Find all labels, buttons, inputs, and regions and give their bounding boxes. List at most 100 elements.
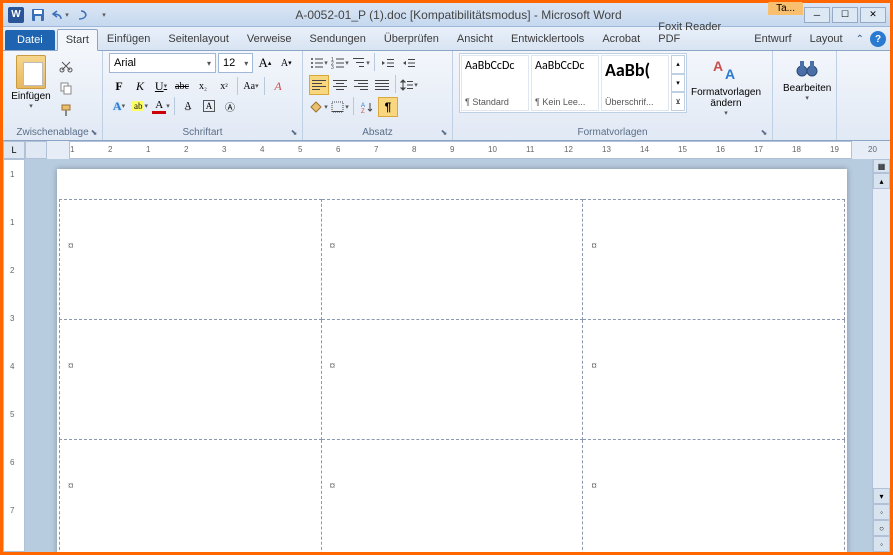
vertical-ruler[interactable]: 11234567	[3, 159, 25, 552]
tab-layout[interactable]: Layout	[801, 28, 852, 50]
cell-end-mark: ¤	[68, 480, 74, 492]
table-cell[interactable]: ¤	[321, 320, 583, 440]
gallery-down-icon[interactable]: ▾	[671, 74, 685, 93]
tab-selector-button[interactable]: L	[3, 141, 25, 159]
redo-icon[interactable]	[73, 6, 91, 24]
table-row: ¤ ¤ ¤	[60, 200, 845, 320]
align-right-button[interactable]	[351, 75, 371, 95]
tab-developer[interactable]: Entwicklertools	[502, 28, 593, 50]
format-painter-icon[interactable]	[57, 101, 75, 119]
ribbon-tabs: Datei Start Einfügen Seitenlayout Verwei…	[3, 27, 890, 51]
tab-foxit[interactable]: Foxit Reader PDF	[649, 16, 745, 50]
superscript-button[interactable]: x²	[214, 76, 234, 96]
font-size-combo[interactable]: 12▾	[218, 53, 253, 73]
tab-review[interactable]: Überprüfen	[375, 28, 448, 50]
copy-icon[interactable]	[57, 79, 75, 97]
shading-button[interactable]: ▾	[309, 97, 329, 117]
tab-start[interactable]: Start	[57, 29, 98, 51]
change-styles-icon: AA	[711, 57, 741, 87]
text-effects-button[interactable]: A▾	[109, 96, 129, 116]
bullets-button[interactable]: ▾	[309, 53, 329, 73]
align-left-button[interactable]	[309, 75, 329, 95]
minimize-button[interactable]: ─	[804, 7, 830, 23]
style-standard[interactable]: AaBbCcDc ¶ Standard	[461, 55, 529, 111]
scroll-up-button[interactable]: ▴	[873, 173, 890, 189]
clipboard-dialog-launcher[interactable]: ⬊	[88, 126, 100, 138]
ribbon-collapse-icon[interactable]: ⌃	[856, 34, 864, 45]
numbering-button[interactable]: 123▾	[330, 53, 350, 73]
tab-view[interactable]: Ansicht	[448, 28, 502, 50]
cell-end-mark: ¤	[330, 240, 336, 252]
save-icon[interactable]	[29, 6, 47, 24]
underline-button[interactable]: U▾	[151, 76, 171, 96]
paragraph-dialog-launcher[interactable]: ⬊	[438, 126, 450, 138]
ruler-toggle-icon[interactable]: ▦	[873, 159, 890, 173]
justify-button[interactable]	[372, 75, 392, 95]
table-tools-context-tab[interactable]: Ta...	[768, 2, 803, 15]
scroll-down-button[interactable]: ▾	[873, 488, 890, 504]
browse-next-icon[interactable]: ◦	[873, 536, 890, 552]
editing-group: Bearbeiten ▾	[773, 51, 837, 140]
show-hide-marks-button[interactable]: ¶	[378, 97, 398, 117]
label-table[interactable]: ¤ ¤ ¤ ¤ ¤ ¤ ¤ ¤ ¤	[59, 199, 845, 552]
file-tab[interactable]: Datei	[5, 30, 55, 50]
browse-select-icon[interactable]: ○	[873, 520, 890, 536]
borders-button[interactable]: ▾	[330, 97, 350, 117]
tab-page-layout[interactable]: Seitenlayout	[159, 28, 238, 50]
multilevel-list-button[interactable]: ▾	[351, 53, 371, 73]
clear-formatting-icon[interactable]: A	[268, 76, 288, 96]
scroll-track[interactable]	[873, 189, 890, 488]
tab-mailings[interactable]: Sendungen	[301, 28, 375, 50]
table-cell[interactable]: ¤	[321, 200, 583, 320]
tab-insert[interactable]: Einfügen	[98, 28, 159, 50]
bold-button[interactable]: F	[109, 76, 129, 96]
style-no-spacing[interactable]: AaBbCcDc ¶ Kein Lee...	[531, 55, 599, 111]
shrink-font-icon[interactable]: A▾	[277, 53, 296, 73]
find-button[interactable]: Bearbeiten ▾	[779, 53, 835, 140]
char-shading-icon[interactable]: A̲	[178, 96, 198, 116]
close-button[interactable]: ✕	[860, 7, 886, 23]
help-icon[interactable]: ?	[870, 31, 886, 47]
gallery-up-icon[interactable]: ▴	[671, 55, 685, 74]
line-spacing-button[interactable]: ▾	[399, 75, 419, 95]
table-cell[interactable]: ¤	[583, 320, 845, 440]
style-name: ¶ Kein Lee...	[535, 97, 595, 107]
table-cell[interactable]: ¤	[321, 440, 583, 553]
document-page[interactable]: ¤ ¤ ¤ ¤ ¤ ¤ ¤ ¤ ¤	[57, 169, 847, 552]
qat-customize-icon[interactable]: ▾	[95, 6, 113, 24]
change-case-button[interactable]: Aa▾	[241, 76, 261, 96]
style-heading1[interactable]: AaBb( Überschrif...	[601, 55, 669, 111]
tab-acrobat[interactable]: Acrobat	[593, 28, 649, 50]
font-color-button[interactable]: A▾	[151, 96, 171, 116]
enclose-chars-icon[interactable]: Ⓐ	[220, 96, 240, 116]
grow-font-icon[interactable]: A▴	[255, 53, 274, 73]
tab-design[interactable]: Entwurf	[745, 28, 800, 50]
table-cell[interactable]: ¤	[60, 320, 322, 440]
char-border-icon[interactable]: A	[199, 96, 219, 116]
table-cell[interactable]: ¤	[60, 440, 322, 553]
table-cell[interactable]: ¤	[583, 200, 845, 320]
table-row: ¤ ¤ ¤	[60, 320, 845, 440]
decrease-indent-button[interactable]	[378, 53, 398, 73]
word-app-icon[interactable]: W	[7, 6, 25, 24]
horizontal-ruler[interactable]: 121234567891011121314151617181920	[69, 141, 852, 159]
change-styles-label: Formatvorlagen ändern	[691, 87, 761, 109]
subscript-button[interactable]: x₂	[193, 76, 213, 96]
font-name-combo[interactable]: Arial▾	[109, 53, 216, 73]
table-cell[interactable]: ¤	[60, 200, 322, 320]
undo-icon[interactable]: ▾	[51, 6, 69, 24]
gallery-more-icon[interactable]: ⊻	[671, 92, 685, 111]
increase-indent-button[interactable]	[399, 53, 419, 73]
font-dialog-launcher[interactable]: ⬊	[288, 126, 300, 138]
italic-button[interactable]: K	[130, 76, 150, 96]
styles-dialog-launcher[interactable]: ⬊	[758, 126, 770, 138]
strikethrough-button[interactable]: abc	[172, 76, 192, 96]
sort-button[interactable]: AZ	[357, 97, 377, 117]
tab-references[interactable]: Verweise	[238, 28, 301, 50]
cut-icon[interactable]	[57, 57, 75, 75]
browse-prev-icon[interactable]: ◦	[873, 504, 890, 520]
table-cell[interactable]: ¤	[583, 440, 845, 553]
maximize-button[interactable]: ☐	[832, 7, 858, 23]
align-center-button[interactable]	[330, 75, 350, 95]
highlight-button[interactable]: ab▾	[130, 96, 150, 116]
